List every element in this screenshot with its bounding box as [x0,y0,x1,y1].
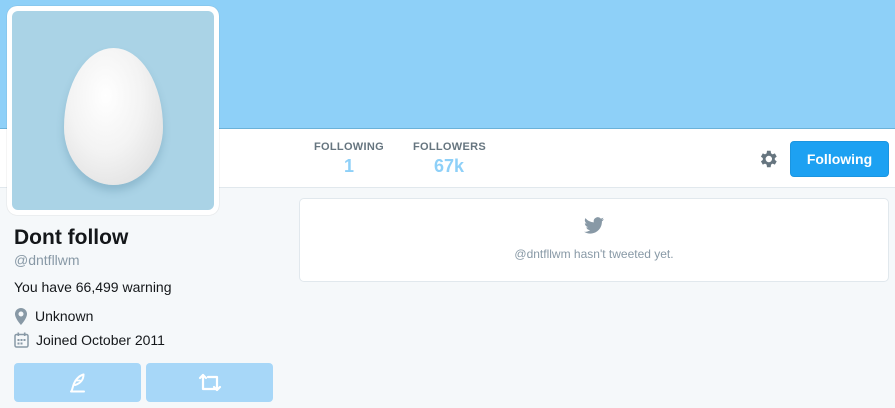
followers-stat[interactable]: FOLLOWERS 67k [413,141,486,177]
avatar[interactable] [7,6,219,215]
retweet-icon [198,373,221,391]
profile-joined-date: Joined October 2011 [14,331,165,349]
twitter-bird-icon [584,217,604,234]
profile-handle[interactable]: @dntfllwm [14,252,80,268]
followers-count: 67k [433,156,465,176]
following-stat[interactable]: FOLLOWING 1 [314,141,384,177]
calendar-icon [14,332,29,348]
profile-name: Dont follow [14,226,129,249]
gear-icon[interactable] [757,148,779,170]
timeline-empty-card: @dntfllwm hasn't tweeted yet. [299,198,889,282]
retweet-button[interactable] [146,363,273,402]
tweet-to-button[interactable] [14,363,141,402]
profile-bio: You have 66,499 warning [14,279,172,295]
default-egg-avatar [64,48,163,185]
map-pin-icon [15,307,27,325]
profile-location: Unknown [14,307,93,325]
avatar-background [12,11,214,210]
location-text: Unknown [35,308,94,324]
following-button[interactable]: Following [790,141,889,177]
following-count: 1 [343,156,354,176]
empty-timeline-message: @dntfllwm hasn't tweeted yet. [514,247,674,261]
compose-tweet-icon [69,373,85,392]
following-label: FOLLOWING [314,141,384,153]
joined-text: Joined October 2011 [36,332,165,348]
followers-label: FOLLOWERS [413,141,486,153]
